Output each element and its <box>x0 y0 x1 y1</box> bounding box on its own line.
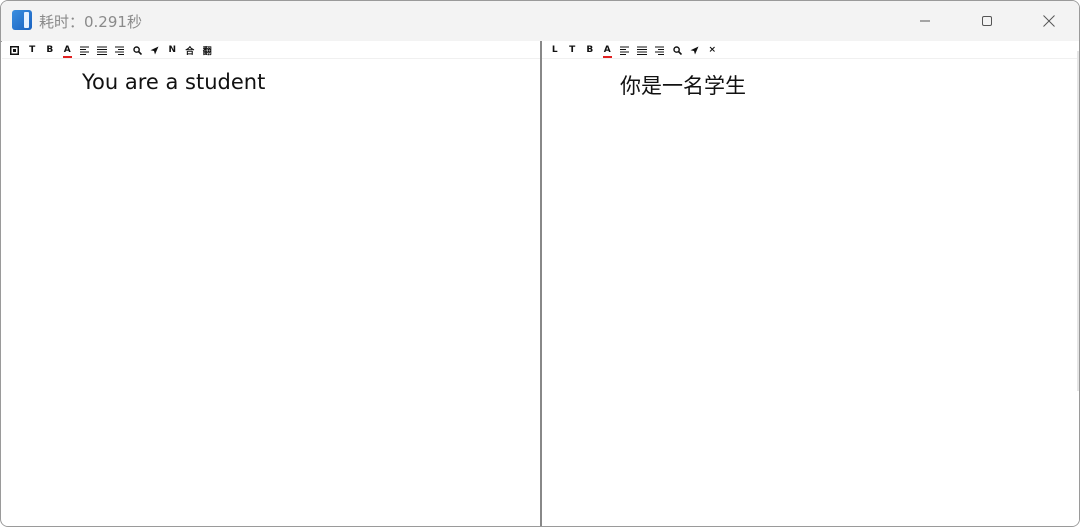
search-button[interactable] <box>669 43 687 58</box>
search-button[interactable] <box>129 43 147 58</box>
align-left-icon <box>80 46 90 55</box>
n-button[interactable]: N <box>164 43 182 58</box>
minimize-button[interactable] <box>894 1 956 41</box>
minimize-icon <box>920 20 930 22</box>
send-button[interactable] <box>146 43 164 58</box>
align-justify-icon <box>97 46 108 55</box>
translation-pane: L T B A × 你是一名学生 <box>542 41 1079 526</box>
bold-button[interactable]: B <box>41 43 59 58</box>
maximize-button[interactable] <box>956 1 1018 41</box>
align-right-icon <box>655 46 665 55</box>
font-color-icon: A <box>602 44 612 58</box>
translation-text[interactable]: 你是一名学生 <box>620 70 746 100</box>
lock-button[interactable]: L <box>546 43 564 58</box>
box-button[interactable] <box>6 43 24 58</box>
source-pane: T B A N 合 翻 You are a student <box>2 41 540 526</box>
source-toolbar: T B A N 合 翻 <box>2 42 540 59</box>
title-bar[interactable]: 耗时：0.291秒 <box>1 1 1079 41</box>
close-icon <box>1043 15 1055 27</box>
align-left-icon <box>620 46 630 55</box>
text-button[interactable]: T <box>24 43 42 58</box>
window-title: 耗时：0.291秒 <box>39 13 142 31</box>
send-icon <box>690 46 699 54</box>
box-icon <box>10 45 20 55</box>
font-color-button[interactable]: A <box>599 43 617 58</box>
align-right-button[interactable] <box>651 43 669 58</box>
font-color-button[interactable]: A <box>59 43 77 58</box>
translation-toolbar: L T B A × <box>542 42 1079 59</box>
send-button[interactable] <box>686 43 704 58</box>
align-justify-button[interactable] <box>634 43 652 58</box>
source-text[interactable]: You are a student <box>82 70 265 94</box>
align-right-button[interactable] <box>111 43 129 58</box>
app-window: 耗时：0.291秒 T B A N 合 翻 You are a student … <box>0 0 1080 527</box>
scrollbar[interactable] <box>1077 51 1079 391</box>
translate-button[interactable]: 翻 <box>199 43 217 58</box>
search-icon <box>673 45 682 55</box>
search-icon <box>133 45 142 55</box>
align-right-icon <box>115 46 125 55</box>
app-icon <box>12 10 32 30</box>
align-left-button[interactable] <box>76 43 94 58</box>
bold-button[interactable]: B <box>581 43 599 58</box>
align-justify-button[interactable] <box>94 43 112 58</box>
send-icon <box>150 46 159 54</box>
align-left-button[interactable] <box>616 43 634 58</box>
close-button[interactable] <box>1018 1 1079 41</box>
font-color-icon: A <box>62 44 72 58</box>
clear-button[interactable]: × <box>704 43 722 58</box>
text-button[interactable]: T <box>564 43 582 58</box>
maximize-icon <box>982 16 992 26</box>
align-justify-icon <box>637 46 648 55</box>
merge-button[interactable]: 合 <box>181 43 199 58</box>
